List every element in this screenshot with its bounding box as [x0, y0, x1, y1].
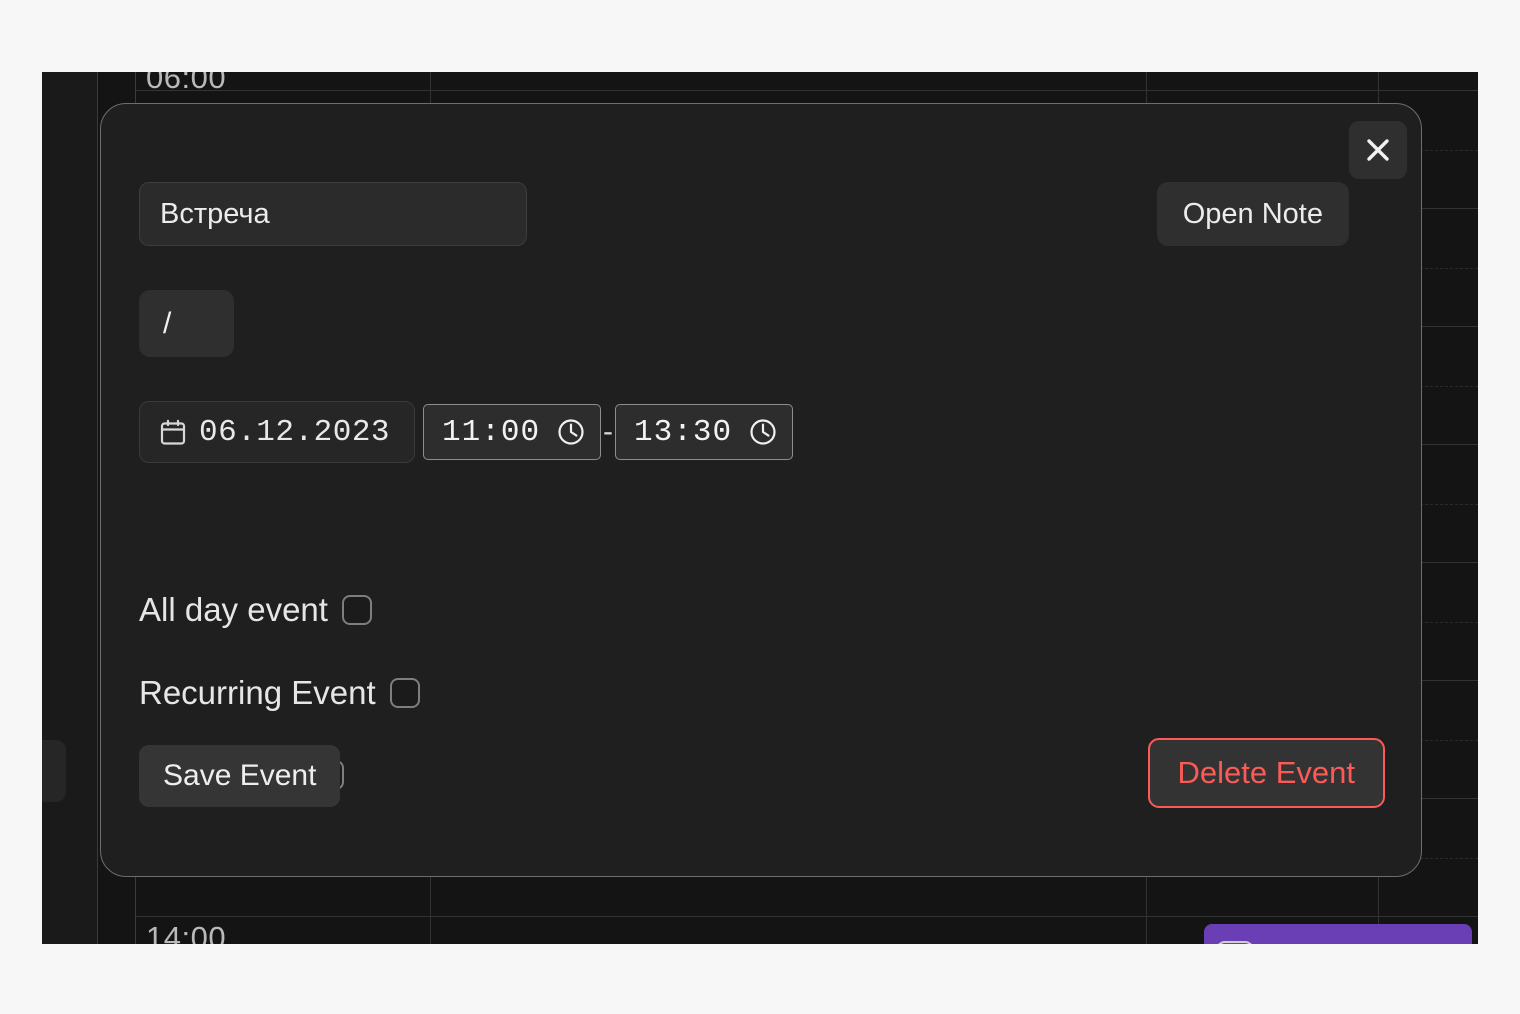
end-time-field[interactable]: 13:30 [615, 404, 794, 460]
clock-icon [558, 419, 584, 445]
slash-command-button[interactable]: / [139, 290, 234, 357]
delete-event-button[interactable]: Delete Event [1147, 738, 1385, 808]
event-done-checkbox[interactable]: ✓ [1216, 941, 1254, 944]
start-time-field[interactable]: 11:00 [423, 404, 602, 460]
date-time-row: 06.12.2023 11:00 - 13:30 [139, 401, 794, 463]
date-field[interactable]: 06.12.2023 [139, 401, 416, 463]
save-event-button[interactable]: Save Event [139, 745, 341, 807]
recurring-event-checkbox[interactable] [389, 678, 420, 708]
all-day-event-label: All day event [139, 591, 328, 628]
all-day-event-checkbox[interactable] [341, 595, 372, 625]
rail-collapsed-button[interactable] [42, 740, 66, 802]
date-value: 06.12.2023 [199, 414, 391, 450]
recurring-event-label: Recurring Event [139, 674, 376, 711]
left-rail [42, 72, 98, 944]
clock-icon [750, 419, 776, 445]
calendar-event-block[interactable]: ✓ 14:00 - 17:00 [1204, 924, 1472, 944]
recurring-event-row: Recurring Event [139, 674, 420, 712]
title-row: Open Note [139, 182, 1383, 246]
close-button[interactable] [1349, 121, 1407, 179]
start-time-value: 11:00 [442, 414, 541, 450]
time-range-separator: - [603, 415, 614, 448]
open-note-button[interactable]: Open Note [1156, 182, 1349, 246]
event-editor-modal: Open Note / 06.12.2023 11:00 - [100, 103, 1422, 877]
hour-label-bottom: 14:00 [146, 920, 227, 944]
screenshot-root: ✓ 14:00 - 17:00 06:00 14:00 Open Note / [0, 0, 1520, 1014]
event-title-input[interactable] [139, 182, 527, 246]
all-day-event-row: All day event [139, 591, 372, 629]
hour-label-top: 06:00 [146, 72, 227, 95]
calendar-icon [160, 419, 186, 445]
end-time-value: 13:30 [634, 414, 733, 450]
close-icon [1367, 139, 1389, 161]
